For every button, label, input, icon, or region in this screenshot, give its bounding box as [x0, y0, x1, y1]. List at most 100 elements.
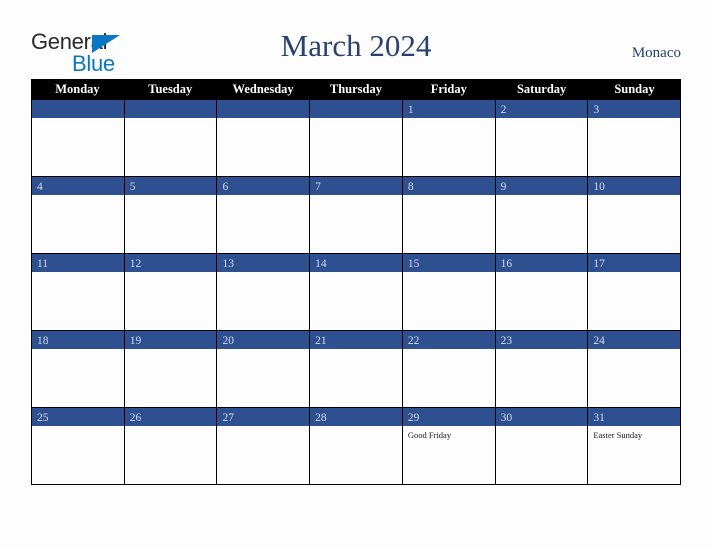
day-cell-23[interactable]: 23 [495, 331, 589, 407]
day-cell-empty[interactable] [32, 100, 125, 176]
day-cell-3[interactable]: 3 [588, 100, 682, 176]
date-bar: 27 [217, 408, 310, 426]
date-number: 29 [407, 412, 420, 424]
weekday-header-saturday: Saturday [516, 82, 567, 96]
day-body [588, 272, 680, 330]
day-body [403, 118, 495, 176]
date-bar: 10 [588, 177, 681, 195]
day-cell-15[interactable]: 15 [402, 254, 496, 330]
day-cell-5[interactable]: 5 [124, 177, 218, 253]
date-number: 31 [593, 412, 605, 424]
calendar-weeks: 1 2 3 4 5 6 7 8 9 10 11 12 13 14 15 16 17 18 19 20 21 22 23 24 2… [31, 100, 682, 485]
day-cell-29[interactable]: 29 Good Friday [402, 408, 496, 484]
country-label: Monaco [631, 45, 681, 61]
day-body [217, 272, 309, 330]
date-bar: 22 [402, 331, 495, 349]
date-number: 3 [593, 104, 600, 116]
day-body [217, 349, 309, 407]
date-bar: 1 [402, 100, 495, 118]
date-number: 7 [315, 181, 321, 193]
date-bar: 24 [588, 331, 681, 349]
day-cell-13[interactable]: 13 [217, 254, 311, 330]
day-cell-28[interactable]: 28 [310, 408, 403, 484]
day-body [217, 195, 309, 253]
day-body: Good Friday [403, 426, 495, 484]
date-bar: 29 [402, 408, 495, 426]
day-body [32, 272, 124, 330]
date-bar: 7 [310, 177, 402, 195]
week-row: 1 2 3 [31, 100, 682, 177]
day-cell-31[interactable]: 31 Easter Sunday [588, 408, 682, 484]
date-bar: 28 [310, 408, 402, 426]
date-number: 19 [129, 335, 142, 347]
day-cell-22[interactable]: 22 [402, 331, 496, 407]
day-cell-6[interactable]: 6 [217, 177, 311, 253]
weekday-header-sunday: Sunday [614, 82, 655, 96]
day-cell-14[interactable]: 14 [310, 254, 403, 330]
day-cell-1[interactable]: 1 [402, 100, 496, 176]
date-number: 18 [37, 335, 49, 347]
day-body [217, 118, 309, 176]
day-cell-empty[interactable] [217, 100, 311, 176]
day-cell-empty[interactable] [124, 100, 218, 176]
date-bar: 12 [124, 254, 217, 272]
day-cell-21[interactable]: 21 [310, 331, 403, 407]
day-cell-18[interactable]: 18 [32, 331, 125, 407]
day-cell-7[interactable]: 7 [310, 177, 403, 253]
day-cell-30[interactable]: 30 [495, 408, 589, 484]
day-cell-2[interactable]: 2 [495, 100, 589, 176]
day-cell-8[interactable]: 8 [402, 177, 496, 253]
date-bar: 15 [402, 254, 495, 272]
date-bar: 17 [588, 254, 681, 272]
date-number: 25 [37, 412, 49, 424]
day-cell-11[interactable]: 11 [32, 254, 125, 330]
date-bar: 25 [32, 408, 124, 426]
date-number: 30 [500, 412, 513, 424]
date-bar: 30 [495, 408, 588, 426]
day-cell-4[interactable]: 4 [32, 177, 125, 253]
day-cell-10[interactable]: 10 [588, 177, 682, 253]
day-cell-empty[interactable] [310, 100, 403, 176]
date-number: 20 [222, 335, 234, 347]
day-body [32, 195, 124, 253]
week-row: 25 26 27 28 29 Good Friday 30 31 Easter Sunday [31, 408, 682, 485]
weekday-header-row: Monday Tuesday Wednesday Thursday Friday Satu… [31, 79, 681, 100]
day-body [496, 195, 588, 253]
date-bar: 2 [495, 100, 588, 118]
day-cell-26[interactable]: 26 [124, 408, 218, 484]
day-body [125, 349, 217, 407]
date-number: 5 [129, 181, 136, 193]
weekday-header-thursday: Thursday [329, 82, 382, 96]
week-row: 18 19 20 21 22 23 24 [31, 331, 682, 408]
weekday-header-wednesday: Wednesday [232, 82, 294, 96]
day-cell-9[interactable]: 9 [495, 177, 589, 253]
date-bar [32, 100, 124, 118]
date-number: 9 [500, 181, 507, 193]
date-bar: 9 [495, 177, 588, 195]
date-number: 23 [500, 335, 513, 347]
day-body [310, 195, 402, 253]
day-cell-17[interactable]: 17 [588, 254, 682, 330]
date-bar: 23 [495, 331, 588, 349]
day-cell-25[interactable]: 25 [32, 408, 125, 484]
day-body [403, 195, 495, 253]
date-number: 14 [315, 258, 327, 270]
date-number: 24 [593, 335, 605, 347]
date-bar: 26 [124, 408, 217, 426]
date-bar: 6 [217, 177, 310, 195]
day-body [310, 272, 402, 330]
date-number: 1 [407, 104, 414, 116]
date-number: 17 [593, 258, 605, 270]
day-body [496, 349, 588, 407]
weekday-header-tuesday: Tuesday [148, 82, 193, 96]
day-cell-27[interactable]: 27 [217, 408, 311, 484]
day-body [588, 118, 680, 176]
date-bar: 21 [310, 331, 402, 349]
day-cell-12[interactable]: 12 [124, 254, 218, 330]
day-body [32, 426, 124, 484]
day-cell-20[interactable]: 20 [217, 331, 311, 407]
date-bar: 31 [588, 408, 681, 426]
day-cell-19[interactable]: 19 [124, 331, 218, 407]
day-cell-16[interactable]: 16 [495, 254, 589, 330]
day-cell-24[interactable]: 24 [588, 331, 682, 407]
